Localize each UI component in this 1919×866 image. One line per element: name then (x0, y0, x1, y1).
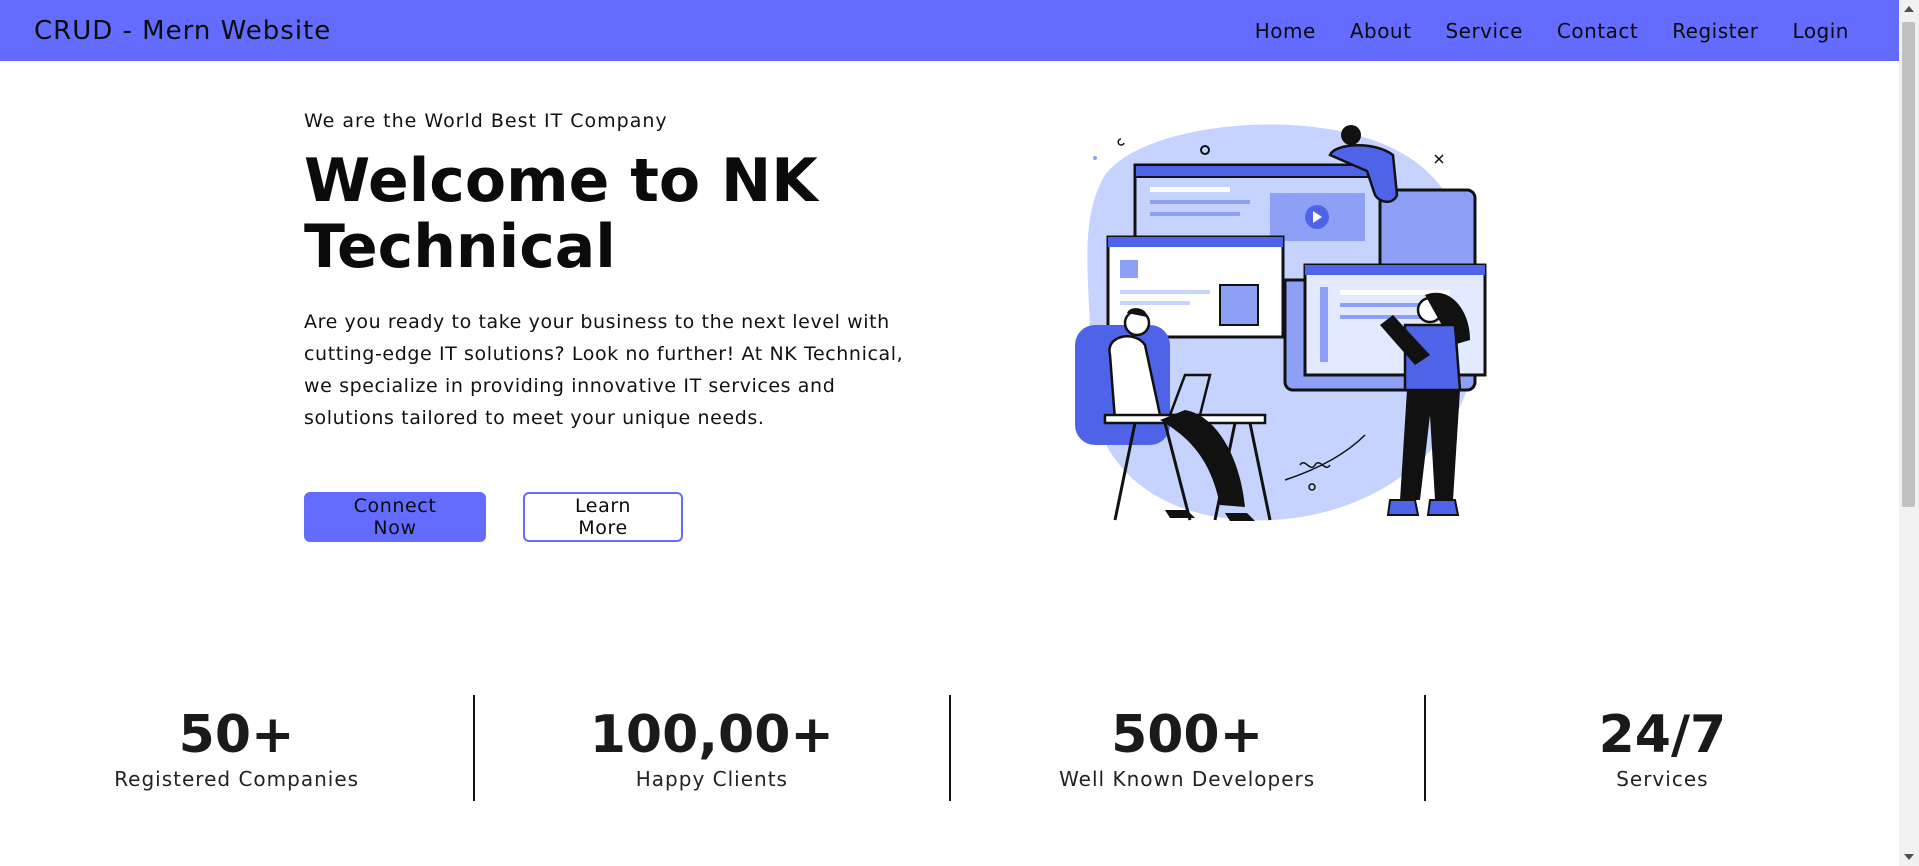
stat-value: 24/7 (1598, 705, 1727, 765)
vertical-scrollbar[interactable] (1899, 0, 1919, 866)
stat-label: Registered Companies (114, 767, 360, 791)
nav-link-contact[interactable]: Contact (1557, 19, 1638, 43)
hero-title: Welcome to NK Technical (304, 146, 818, 282)
hero-buttons: Connect Now Learn More (304, 492, 683, 542)
stat-value: 500+ (1111, 705, 1264, 765)
site-brand[interactable]: CRUD - Mern Website (34, 16, 331, 46)
nav-link-home[interactable]: Home (1255, 19, 1316, 43)
stat-label: Happy Clients (635, 767, 788, 791)
stat-developers: 500+ Well Known Developers (948, 695, 1424, 801)
hero-tagline: We are the World Best IT Company (304, 110, 668, 132)
stat-happy-clients: 100,00+ Happy Clients (473, 695, 948, 801)
stat-value: 100,00+ (589, 705, 834, 765)
nav-link-register[interactable]: Register (1672, 19, 1758, 43)
hero-description: Are you ready to take your business to t… (304, 311, 904, 429)
stat-label: Well Known Developers (1059, 767, 1316, 791)
hero-illustration (1075, 115, 1495, 530)
stat-value: 50+ (178, 705, 295, 765)
scrollbar-thumb[interactable] (1902, 22, 1915, 507)
hero-section: We are the World Best IT Company Welcome… (304, 110, 924, 434)
learn-more-button[interactable]: Learn More (523, 492, 683, 542)
navbar: CRUD - Mern Website Home About Service C… (0, 0, 1899, 61)
nav-link-login[interactable]: Login (1793, 19, 1849, 43)
stat-label: Services (1616, 767, 1709, 791)
scroll-down-arrow-icon[interactable] (1904, 854, 1914, 860)
stat-services: 24/7 Services (1423, 695, 1899, 801)
connect-now-button[interactable]: Connect Now (304, 492, 486, 542)
scroll-up-arrow-icon[interactable] (1904, 6, 1914, 12)
team-working-illustration-icon (1075, 124, 1487, 521)
nav-link-about[interactable]: About (1350, 19, 1412, 43)
nav-link-service[interactable]: Service (1445, 19, 1522, 43)
stat-registered-companies: 50+ Registered Companies (0, 695, 473, 801)
stats-section: 50+ Registered Companies 100,00+ Happy C… (0, 695, 1899, 801)
nav-links: Home About Service Contact Register Logi… (1255, 19, 1849, 43)
